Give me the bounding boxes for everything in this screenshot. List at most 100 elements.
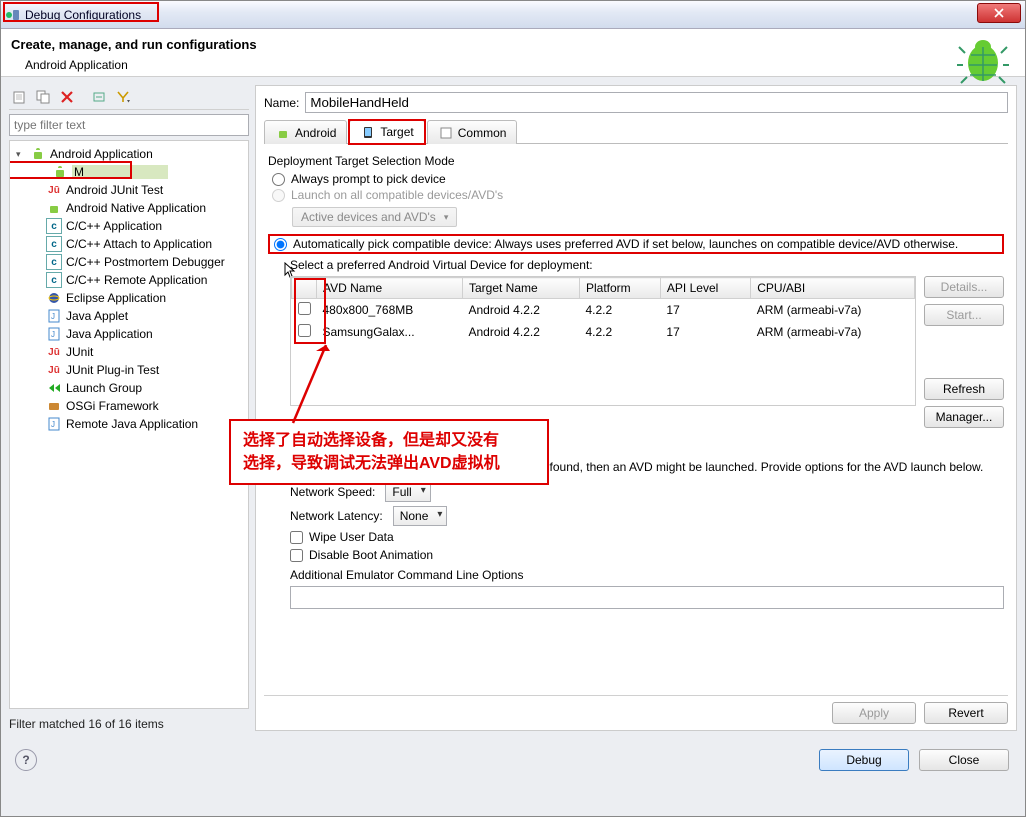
radio-launch-all[interactable]: Launch on all compatible devices/AVD's	[272, 188, 1004, 202]
debug-bug-icon	[955, 35, 1011, 88]
collapse-all-button[interactable]	[89, 87, 109, 107]
cell: Android 4.2.2	[462, 299, 579, 322]
tree-item[interactable]: Android Native Application	[12, 199, 246, 217]
eclipse-icon	[46, 290, 62, 306]
tree-item[interactable]: c C/C++ Application	[12, 217, 246, 235]
start-button[interactable]: Start...	[924, 304, 1004, 326]
tree-label: Java Application	[66, 327, 153, 341]
tree-label: Eclipse Application	[66, 291, 166, 305]
android-icon	[275, 125, 291, 141]
col-platform[interactable]: Platform	[579, 278, 660, 299]
radio-auto-pick-input[interactable]	[274, 238, 287, 251]
junit-plugin-icon: Jū	[46, 362, 62, 378]
tree-label: JUnit	[66, 345, 93, 359]
target-device-icon	[360, 124, 376, 140]
tree-item[interactable]: cC/C++ Remote Application	[12, 271, 246, 289]
tree-item[interactable]: JūJUnit Plug-in Test	[12, 361, 246, 379]
col-target-name[interactable]: Target Name	[462, 278, 579, 299]
checkbox-label: Disable Boot Animation	[309, 548, 433, 562]
tab-target[interactable]: Target	[349, 120, 424, 144]
combo-value: Full	[392, 485, 411, 499]
dialog-subheading: Android Application	[25, 58, 257, 72]
avd-row[interactable]: 480x800_768MB Android 4.2.2 4.2.2 17 ARM…	[292, 299, 915, 322]
col-api-level[interactable]: API Level	[660, 278, 750, 299]
details-button[interactable]: Details...	[924, 276, 1004, 298]
new-config-button[interactable]	[9, 87, 29, 107]
manager-button[interactable]: Manager...	[924, 406, 1004, 428]
dialog-header: Create, manage, and run configurations A…	[1, 29, 1025, 77]
cell: 17	[660, 321, 750, 343]
avd-table[interactable]: AVD Name Target Name Platform API Level …	[290, 276, 916, 406]
disable-boot-anim-checkbox[interactable]: Disable Boot Animation	[290, 548, 1004, 562]
c-icon: c	[46, 218, 62, 234]
annotation-callout: 选择了自动选择设备，但是却又没有 选择，导致调试无法弹出AVD虚拟机	[229, 419, 549, 485]
config-name-input[interactable]	[305, 92, 1008, 113]
debug-button[interactable]: Debug	[819, 749, 909, 771]
main-area: ▾ Android Application M JūAndroid JUnit …	[1, 77, 1025, 739]
avd-row-checkbox[interactable]	[298, 324, 311, 337]
close-button[interactable]: Close	[919, 749, 1009, 771]
cell: 480x800_768MB	[317, 299, 463, 322]
tree-item[interactable]: JūAndroid JUnit Test	[12, 181, 246, 199]
tree-item-android-application[interactable]: ▾ Android Application	[12, 145, 246, 163]
window-close-button[interactable]	[977, 3, 1021, 23]
cell: Android 4.2.2	[462, 321, 579, 343]
tree-item[interactable]: JJava Application	[12, 325, 246, 343]
tree-item[interactable]: Launch Group	[12, 379, 246, 397]
checkbox-label: Wipe User Data	[309, 530, 394, 544]
name-label: Name:	[264, 96, 299, 110]
osgi-icon	[46, 398, 62, 414]
extra-options-input[interactable]	[290, 586, 1004, 609]
col-cpu-abi[interactable]: CPU/ABI	[751, 278, 915, 299]
revert-button[interactable]: Revert	[924, 702, 1008, 724]
tree-item[interactable]: Eclipse Application	[12, 289, 246, 307]
avd-row-checkbox[interactable]	[298, 302, 311, 315]
java-page-icon: J	[46, 308, 62, 324]
apply-button[interactable]: Apply	[832, 702, 916, 724]
filter-menu-button[interactable]	[113, 87, 133, 107]
help-button[interactable]: ?	[15, 749, 37, 771]
radio-always-prompt[interactable]: Always prompt to pick device	[272, 172, 1004, 186]
radio-auto-pick[interactable]: Automatically pick compatible device: Al…	[268, 234, 1004, 254]
wipe-user-data-checkbox[interactable]: Wipe User Data	[290, 530, 1004, 544]
junit-icon: Jū	[46, 344, 62, 360]
delete-config-button[interactable]	[57, 87, 77, 107]
tree-twisty-icon[interactable]: ▾	[16, 149, 26, 160]
filter-status-label: Filter matched 16 of 16 items	[9, 717, 249, 731]
dialog-footer: ? Debug Close	[1, 739, 1025, 785]
tree-label: Android Application	[50, 147, 153, 161]
c-icon: c	[46, 236, 62, 252]
dialog-heading: Create, manage, and run configurations	[11, 37, 257, 52]
launch-group-icon	[46, 380, 62, 396]
tree-label: Android JUnit Test	[66, 183, 163, 197]
tab-common[interactable]: Common	[427, 120, 518, 144]
tab-android[interactable]: Android	[264, 120, 347, 144]
tree-item[interactable]: JRemote Java Application	[12, 415, 246, 433]
combo-value: None	[400, 509, 429, 523]
tree-label: Launch Group	[66, 381, 142, 395]
tree-item[interactable]: OSGi Framework	[12, 397, 246, 415]
radio-label: Always prompt to pick device	[291, 172, 446, 186]
tree-item-selected-config[interactable]: M	[12, 163, 246, 181]
refresh-button[interactable]: Refresh	[924, 378, 1004, 400]
tree-label: C/C++ Postmortem Debugger	[66, 255, 225, 269]
extra-options-label: Additional Emulator Command Line Options	[290, 568, 1004, 582]
tree-item[interactable]: cC/C++ Postmortem Debugger	[12, 253, 246, 271]
cell: 4.2.2	[579, 299, 660, 322]
config-tree[interactable]: ▾ Android Application M JūAndroid JUnit …	[9, 140, 249, 709]
left-toolbar	[9, 85, 249, 110]
chevron-down-icon: ▾	[444, 212, 449, 223]
tree-item[interactable]: JJava Applet	[12, 307, 246, 325]
java-page-icon: J	[46, 416, 62, 432]
network-latency-combo[interactable]: None	[393, 506, 448, 526]
avd-row[interactable]: SamsungGalax... Android 4.2.2 4.2.2 17 A…	[292, 321, 915, 343]
annotation-text: 选择了自动选择设备，但是却又没有	[243, 429, 535, 452]
tree-label: Android Native Application	[66, 201, 206, 215]
tree-label: C/C++ Application	[66, 219, 162, 233]
android-icon	[52, 164, 68, 180]
tree-item[interactable]: cC/C++ Attach to Application	[12, 235, 246, 253]
duplicate-config-button[interactable]	[33, 87, 53, 107]
col-avd-name[interactable]: AVD Name	[317, 278, 463, 299]
tree-item[interactable]: Jū JUnit	[12, 343, 246, 361]
filter-text-input[interactable]	[9, 114, 249, 136]
